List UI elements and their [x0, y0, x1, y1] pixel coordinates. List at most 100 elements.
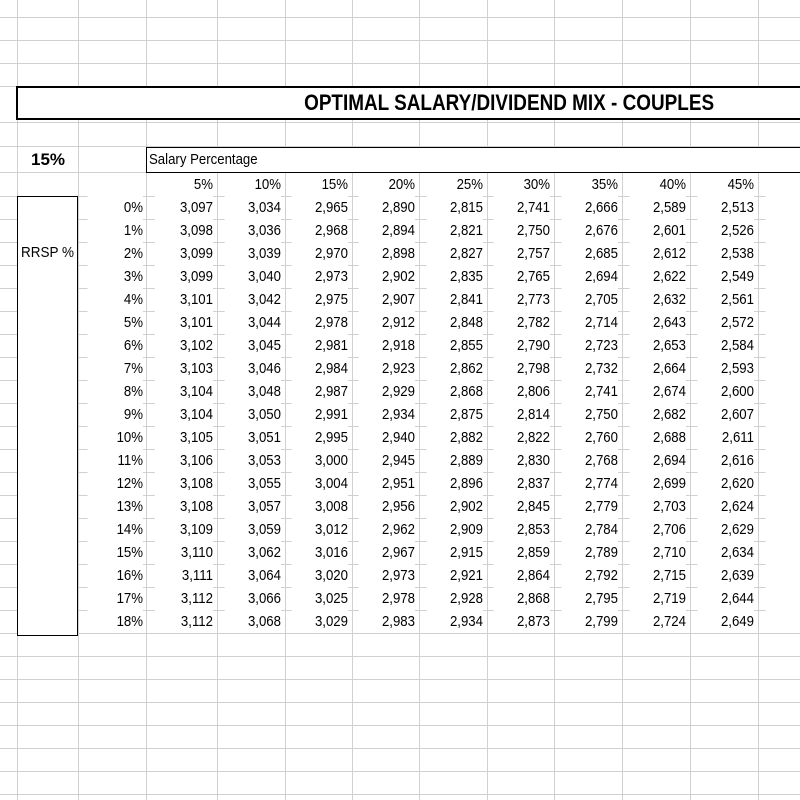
table-cell[interactable]: 2,750 — [561, 403, 618, 426]
table-cell[interactable]: 2,978 — [358, 587, 415, 610]
table-cell[interactable]: 2,4 — [765, 196, 800, 219]
row-label[interactable]: 4% — [87, 288, 143, 311]
column-header[interactable]: 45% — [697, 173, 754, 196]
table-cell[interactable]: 2,779 — [561, 495, 618, 518]
table-cell[interactable]: 2,688 — [629, 426, 686, 449]
table-cell[interactable]: 2,995 — [291, 426, 348, 449]
table-cell[interactable]: 2,706 — [629, 518, 686, 541]
table-cell[interactable]: 2,589 — [629, 196, 686, 219]
table-cell[interactable]: 3,109 — [154, 518, 213, 541]
row-label[interactable]: 1% — [87, 219, 143, 242]
row-label[interactable]: 8% — [87, 380, 143, 403]
table-cell[interactable]: 2,5 — [765, 334, 800, 357]
table-cell[interactable]: 2,970 — [291, 242, 348, 265]
table-cell[interactable]: 3,102 — [154, 334, 213, 357]
row-label[interactable]: 13% — [87, 495, 143, 518]
table-cell[interactable]: 2,750 — [493, 219, 550, 242]
table-cell[interactable]: 2,5 — [765, 518, 800, 541]
table-cell[interactable]: 3,101 — [154, 311, 213, 334]
table-cell[interactable]: 2,898 — [358, 242, 415, 265]
table-cell[interactable]: 2,859 — [493, 541, 550, 564]
table-cell[interactable]: 3,016 — [291, 541, 348, 564]
table-cell[interactable]: 2,902 — [426, 495, 483, 518]
table-cell[interactable]: 2,889 — [426, 449, 483, 472]
table-cell[interactable]: 3,097 — [154, 196, 213, 219]
table-cell[interactable]: 2,907 — [358, 288, 415, 311]
table-cell[interactable]: 3,101 — [154, 288, 213, 311]
table-cell[interactable]: 2,676 — [561, 219, 618, 242]
table-cell[interactable]: 2,806 — [493, 380, 550, 403]
column-header[interactable]: 5 — [765, 173, 800, 196]
table-cell[interactable]: 2,611 — [697, 426, 754, 449]
table-cell[interactable]: 2,607 — [697, 403, 754, 426]
table-cell[interactable]: 3,110 — [154, 541, 213, 564]
table-cell[interactable]: 2,799 — [561, 610, 618, 633]
row-label[interactable]: 3% — [87, 265, 143, 288]
table-cell[interactable]: 3,066 — [224, 587, 281, 610]
table-cell[interactable]: 2,572 — [697, 311, 754, 334]
table-cell[interactable]: 3,036 — [224, 219, 281, 242]
table-cell[interactable]: 2,757 — [493, 242, 550, 265]
table-cell[interactable]: 2,685 — [561, 242, 618, 265]
row-label[interactable]: 5% — [87, 311, 143, 334]
table-cell[interactable]: 2,5 — [765, 380, 800, 403]
table-cell[interactable]: 2,973 — [358, 564, 415, 587]
table-cell[interactable]: 2,890 — [358, 196, 415, 219]
table-cell[interactable]: 3,112 — [154, 587, 213, 610]
table-cell[interactable]: 2,694 — [629, 449, 686, 472]
row-label[interactable]: 16% — [87, 564, 143, 587]
column-header[interactable]: 35% — [561, 173, 618, 196]
table-cell[interactable]: 2,784 — [561, 518, 618, 541]
table-cell[interactable]: 3,057 — [224, 495, 281, 518]
table-cell[interactable]: 2,848 — [426, 311, 483, 334]
table-cell[interactable]: 2,5 — [765, 587, 800, 610]
table-cell[interactable]: 2,773 — [493, 288, 550, 311]
table-cell[interactable]: 3,099 — [154, 242, 213, 265]
table-cell[interactable]: 3,108 — [154, 472, 213, 495]
table-cell[interactable]: 2,600 — [697, 380, 754, 403]
row-label[interactable]: 17% — [87, 587, 143, 610]
table-cell[interactable]: 2,875 — [426, 403, 483, 426]
table-cell[interactable]: 3,042 — [224, 288, 281, 311]
table-cell[interactable]: 3,062 — [224, 541, 281, 564]
table-cell[interactable]: 2,792 — [561, 564, 618, 587]
table-cell[interactable]: 2,915 — [426, 541, 483, 564]
top-percent-cell[interactable]: 15% — [20, 148, 76, 172]
table-cell[interactable]: 2,5 — [765, 311, 800, 334]
table-cell[interactable]: 2,981 — [291, 334, 348, 357]
table-cell[interactable]: 2,639 — [697, 564, 754, 587]
table-cell[interactable]: 2,4 — [765, 242, 800, 265]
table-cell[interactable]: 2,968 — [291, 219, 348, 242]
column-header[interactable]: 15% — [291, 173, 348, 196]
column-header[interactable]: 40% — [629, 173, 686, 196]
column-header[interactable]: 20% — [358, 173, 415, 196]
table-cell[interactable]: 2,724 — [629, 610, 686, 633]
row-label[interactable]: 14% — [87, 518, 143, 541]
table-cell[interactable]: 3,103 — [154, 357, 213, 380]
table-cell[interactable]: 2,894 — [358, 219, 415, 242]
table-cell[interactable]: 2,768 — [561, 449, 618, 472]
table-cell[interactable]: 3,008 — [291, 495, 348, 518]
table-cell[interactable]: 2,841 — [426, 288, 483, 311]
table-cell[interactable]: 2,853 — [493, 518, 550, 541]
table-cell[interactable]: 2,634 — [697, 541, 754, 564]
table-cell[interactable]: 2,4 — [765, 265, 800, 288]
column-header[interactable]: 25% — [426, 173, 483, 196]
table-cell[interactable]: 2,821 — [426, 219, 483, 242]
table-cell[interactable]: 2,632 — [629, 288, 686, 311]
table-cell[interactable]: 2,5 — [765, 426, 800, 449]
table-cell[interactable]: 3,059 — [224, 518, 281, 541]
table-cell[interactable]: 3,108 — [154, 495, 213, 518]
table-cell[interactable]: 2,934 — [358, 403, 415, 426]
table-cell[interactable]: 2,616 — [697, 449, 754, 472]
table-cell[interactable]: 2,4 — [765, 288, 800, 311]
table-cell[interactable]: 2,909 — [426, 518, 483, 541]
table-cell[interactable]: 3,048 — [224, 380, 281, 403]
table-cell[interactable]: 2,973 — [291, 265, 348, 288]
row-label[interactable]: 2% — [87, 242, 143, 265]
row-label[interactable]: 6% — [87, 334, 143, 357]
table-cell[interactable]: 3,050 — [224, 403, 281, 426]
table-cell[interactable]: 2,5 — [765, 357, 800, 380]
table-cell[interactable]: 2,5 — [765, 495, 800, 518]
table-cell[interactable]: 2,868 — [426, 380, 483, 403]
